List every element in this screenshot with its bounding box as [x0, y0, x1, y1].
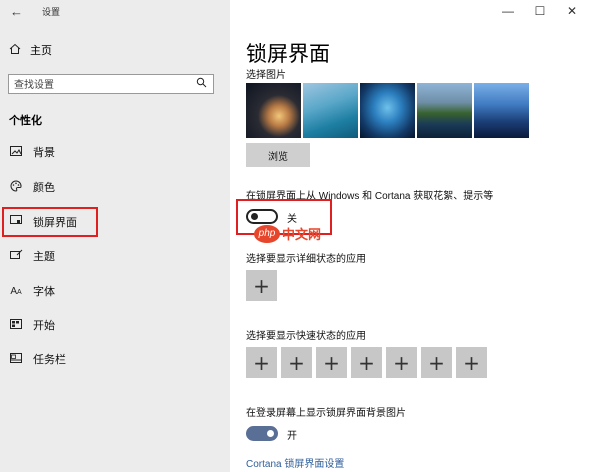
sidebar-item-label: 背景	[33, 147, 55, 159]
page-title: 锁屏界面	[246, 43, 330, 66]
lockscreen-picture-2[interactable]	[303, 83, 358, 138]
signin-bg-label: 在登录屏幕上显示锁屏界面背景图片	[246, 408, 406, 419]
signin-bg-toggle[interactable]	[246, 426, 278, 441]
add-detailed-status-app-button[interactable]: +	[246, 270, 277, 301]
sidebar-item-start[interactable]: 开始	[6, 314, 216, 336]
watermark-text: 中文网	[282, 227, 322, 242]
search-input[interactable]	[9, 76, 184, 95]
sidebar-item-background[interactable]: 背景	[6, 141, 216, 163]
lockscreen-picture-3[interactable]	[360, 83, 415, 138]
sidebar-item-lockscreen[interactable]: 锁屏界面	[2, 207, 98, 237]
add-quick-status-app-button[interactable]: +	[316, 347, 347, 378]
sidebar-item-theme[interactable]: 主题	[6, 245, 216, 267]
main-panel: — ☐ ✕ 锁屏界面 选择图片 浏览 在锁屏界面上从 Windows 和 Cor…	[230, 0, 596, 472]
back-arrow-icon[interactable]: ←	[10, 4, 23, 19]
fun-facts-toggle-label: 关	[287, 214, 297, 225]
browse-button[interactable]: 浏览	[246, 143, 310, 167]
titlebar: ← 设置	[0, 0, 230, 22]
lockscreen-picture-4[interactable]	[417, 83, 472, 138]
detailed-status-label: 选择要显示详细状态的应用	[246, 254, 366, 265]
add-quick-status-app-button[interactable]: +	[246, 347, 277, 378]
sidebar-item-label: 主题	[33, 251, 55, 263]
watermark: php 中文网	[254, 224, 321, 243]
maximize-icon[interactable]: ☐	[524, 2, 556, 20]
add-quick-status-app-button[interactable]: +	[281, 347, 312, 378]
toggle-knob	[251, 213, 258, 220]
watermark-badge: php	[254, 224, 280, 243]
lockscreen-picture-5[interactable]	[474, 83, 529, 138]
picture-thumbnails	[246, 83, 529, 138]
signin-bg-toggle-label: 开	[287, 431, 297, 442]
home-label: 主页	[30, 45, 52, 57]
search-icon[interactable]	[196, 77, 207, 91]
minimize-icon[interactable]: —	[492, 2, 524, 20]
sidebar-item-label: 任务栏	[33, 354, 66, 366]
start-icon	[9, 318, 23, 332]
palette-icon	[9, 179, 23, 195]
add-quick-status-app-button[interactable]: +	[421, 347, 452, 378]
sidebar-item-label: 字体	[33, 286, 55, 298]
add-quick-status-app-button[interactable]: +	[386, 347, 417, 378]
cortana-settings-link[interactable]: Cortana 锁屏界面设置	[246, 455, 344, 470]
theme-icon	[9, 249, 23, 263]
sidebar: ← 设置 主页 个性化 背景 颜色 锁屏界面 主	[0, 0, 230, 472]
choose-picture-label: 选择图片	[246, 70, 286, 81]
taskbar-icon	[9, 352, 23, 366]
sidebar-item-color[interactable]: 颜色	[6, 176, 216, 198]
add-quick-status-app-button[interactable]: +	[456, 347, 487, 378]
app-title: 设置	[42, 7, 61, 17]
sidebar-item-label: 开始	[33, 320, 55, 332]
sidebar-item-label: 锁屏界面	[33, 217, 77, 229]
search-box[interactable]	[8, 74, 214, 95]
font-icon: AA	[10, 285, 22, 297]
add-quick-status-app-button[interactable]: +	[351, 347, 382, 378]
close-icon[interactable]: ✕	[556, 2, 588, 20]
fun-facts-toggle[interactable]	[246, 209, 278, 224]
home-nav-item[interactable]: 主页	[9, 42, 52, 58]
quick-status-label: 选择要显示快速状态的应用	[246, 331, 366, 342]
lockscreen-picture-1[interactable]	[246, 83, 301, 138]
toggle-knob	[267, 430, 274, 437]
window-controls: — ☐ ✕	[492, 2, 588, 20]
sidebar-item-label: 颜色	[33, 182, 55, 194]
sidebar-item-font[interactable]: AA 字体	[6, 280, 216, 302]
sidebar-item-taskbar[interactable]: 任务栏	[6, 348, 216, 370]
section-title: 个性化	[9, 115, 42, 127]
home-icon	[9, 43, 21, 58]
lockscreen-icon	[9, 215, 23, 229]
picture-icon	[9, 145, 23, 159]
